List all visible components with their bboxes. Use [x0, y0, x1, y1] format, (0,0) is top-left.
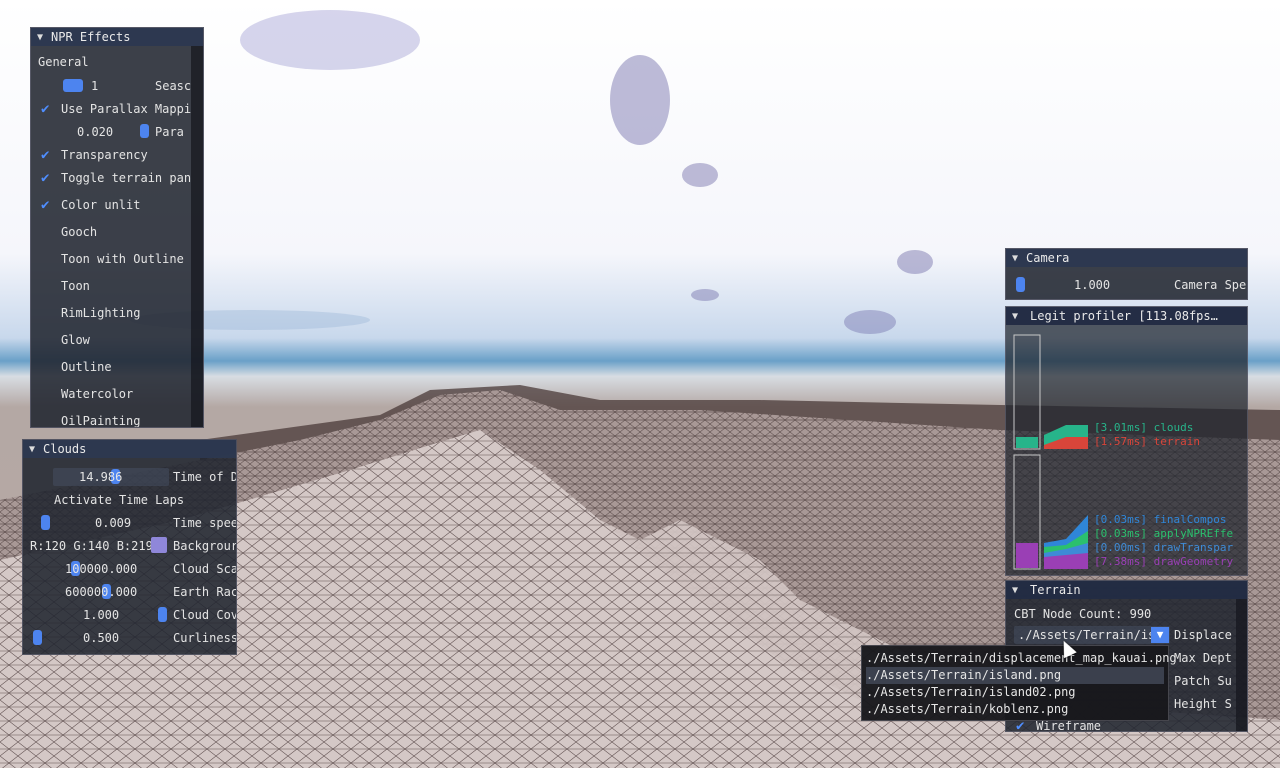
season-value: 1 [91, 79, 99, 93]
parallax-label: Para [155, 125, 184, 139]
displacement-label: Displace [1174, 628, 1232, 642]
radio-gooch[interactable]: Gooch [61, 224, 97, 240]
radio-toon[interactable]: Toon [61, 278, 90, 294]
patch-label: Patch Su [1174, 674, 1232, 688]
use-parallax-checkbox[interactable]: ✔ Use Parallax Mappi [31, 101, 191, 117]
triangle-down-icon[interactable]: ▼ [1012, 253, 1026, 264]
window-title: Camera [1026, 251, 1070, 265]
time-of-day-value: 14.986 [79, 470, 123, 484]
checkmark-icon: ✔ [41, 101, 50, 117]
scrollbar[interactable] [191, 46, 203, 427]
dropdown-option[interactable]: ./Assets/Terrain/island.png [866, 667, 1164, 684]
toggle-terrain-checkbox[interactable]: ✔ Toggle terrain pan [31, 170, 191, 186]
npr-effects-titlebar[interactable]: ▼ NPR Effects [31, 28, 203, 46]
cloud-scale-value: 100000.000 [65, 562, 138, 576]
displacement-dropdown-list[interactable]: ./Assets/Terrain/displacement_map_kauai.… [861, 645, 1177, 721]
background-color-swatch[interactable] [151, 537, 167, 553]
checkmark-icon: ✔ [41, 170, 50, 186]
clouds-titlebar[interactable]: ▼ Clouds [23, 440, 236, 458]
profiler-window[interactable]: ▼ Legit profiler [113.08fps… [3.01ms] cl… [1005, 306, 1248, 576]
curliness-grab[interactable] [33, 630, 42, 645]
clouds-window[interactable]: ▼ Clouds 14.986 Time of D Activate Time … [22, 439, 237, 655]
season-slider-grab[interactable] [63, 79, 83, 92]
camera-speed-value: 1.000 [1074, 278, 1111, 292]
earth-radius-label: Earth Rac [173, 585, 237, 599]
triangle-down-icon[interactable]: ▼ [1012, 585, 1026, 596]
profiler-entry-drawtransparent: [0.00ms] drawTranspar [1094, 541, 1234, 554]
camera-speed-grab[interactable] [1016, 277, 1025, 292]
profiler-entry-drawgeometry: [7.38ms] drawGeometry [1094, 555, 1234, 568]
curliness-label: Curliness [173, 631, 237, 645]
radio-toon-with-outline[interactable]: Toon with Outline [61, 251, 184, 267]
camera-titlebar[interactable]: ▼ Camera [1006, 249, 1247, 267]
profiler-titlebar[interactable]: ▼ Legit profiler [113.08fps… [1006, 307, 1247, 325]
checkmark-icon: ✔ [41, 147, 50, 163]
cloud-coverage-label: Cloud Cov [173, 608, 237, 622]
transparency-checkbox[interactable]: ✔ Transparency [31, 147, 191, 163]
displacement-combo-value: ./Assets/Terrain/is [1018, 628, 1156, 642]
window-title: Clouds [43, 442, 87, 456]
background-label: Backgrour [173, 539, 237, 553]
height-label: Height S [1174, 697, 1232, 711]
profiler-entry-terrain: [1.57ms] terrain [1094, 435, 1200, 448]
cloud-coverage-value: 1.000 [83, 608, 120, 622]
dropdown-option[interactable]: ./Assets/Terrain/displacement_map_kauai.… [866, 650, 1177, 667]
triangle-down-icon[interactable]: ▼ [1012, 311, 1026, 322]
time-of-day-label: Time of D [173, 470, 237, 484]
radio-rimlighting[interactable]: RimLighting [61, 305, 140, 321]
cloud-scale-label: Cloud Sca [173, 562, 237, 576]
time-speed-grab[interactable] [41, 515, 50, 530]
window-title: NPR Effects [51, 30, 131, 44]
camera-window[interactable]: ▼ Camera 1.000 Camera Spe [1005, 248, 1248, 300]
parallax-slider-grab[interactable] [140, 124, 149, 138]
cloud-coverage-grab[interactable] [158, 607, 167, 622]
background-rgb[interactable]: R:120 G:140 B:219 [30, 538, 153, 554]
curliness-value: 0.500 [83, 631, 120, 645]
npr-effects-window[interactable]: ▼ NPR Effects General 1 Seasc ✔ Use Para… [30, 27, 204, 428]
time-speed-label: Time spee [173, 516, 237, 530]
time-speed-value: 0.009 [95, 516, 132, 530]
camera-speed-label: Camera Spe [1174, 278, 1247, 292]
profiler-entry-finalcompose: [0.03ms] finalCompos [1094, 513, 1227, 526]
section-general: General [38, 55, 89, 69]
cbt-node-count: CBT Node Count: 990 [1014, 607, 1152, 621]
triangle-down-icon[interactable]: ▼ [37, 32, 51, 43]
window-title: Legit profiler [113.08fps… [1030, 309, 1218, 323]
checkmark-icon: ✔ [41, 197, 50, 213]
parallax-value: 0.020 [77, 125, 114, 139]
radio-color-unlit[interactable]: ✔ Color unlit [31, 197, 191, 213]
activate-time-laps-button[interactable]: Activate Time Laps [54, 492, 184, 508]
radio-outline[interactable]: Outline [61, 359, 112, 375]
window-title: Terrain [1030, 583, 1081, 597]
dropdown-arrow-icon[interactable]: ▼ [1151, 627, 1169, 643]
profiler-entry-clouds: [3.01ms] clouds [1094, 421, 1194, 434]
profiler-entry-applynpr: [0.03ms] applyNPREffe [1094, 527, 1234, 540]
max-depth-label: Max Dept [1174, 651, 1232, 665]
radio-glow[interactable]: Glow [61, 332, 90, 348]
triangle-down-icon[interactable]: ▼ [29, 444, 43, 455]
scrollbar[interactable] [1236, 599, 1247, 731]
radio-watercolor[interactable]: Watercolor [61, 386, 133, 402]
season-label: Seasc [155, 79, 192, 93]
radio-oilpainting[interactable]: OilPainting [61, 413, 140, 427]
dropdown-option[interactable]: ./Assets/Terrain/koblenz.png [866, 701, 1164, 718]
dropdown-option[interactable]: ./Assets/Terrain/island02.png [866, 684, 1164, 701]
terrain-titlebar[interactable]: ▼ Terrain [1006, 581, 1247, 599]
earth-radius-value: 600000.000 [65, 585, 138, 599]
